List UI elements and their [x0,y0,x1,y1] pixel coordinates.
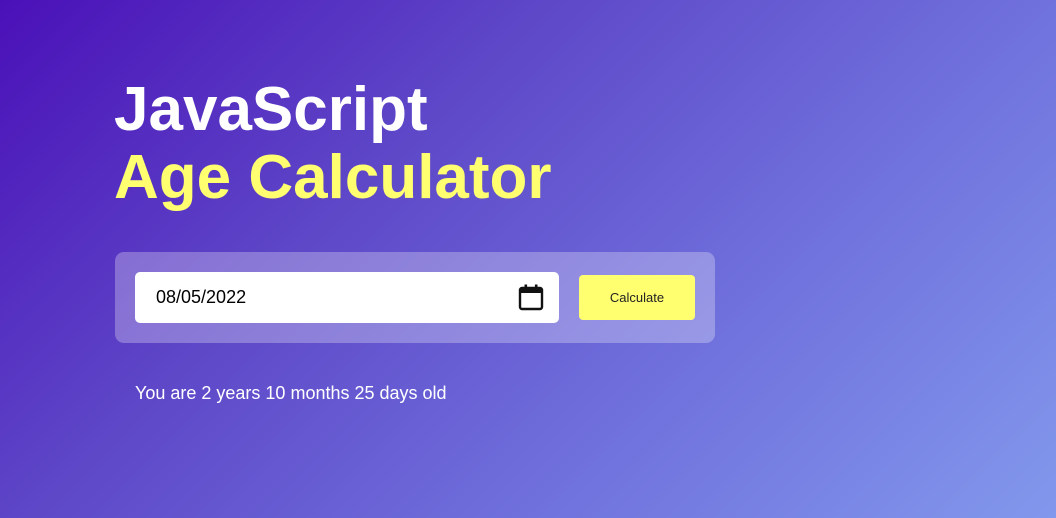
age-result-text: You are 2 years 10 months 25 days old [135,383,447,403]
page-title: JavaScript Age Calculator [114,76,552,212]
birth-date-input[interactable]: 08/05/2022 [135,272,559,323]
title-line-age-calculator: Age Calculator [114,143,552,212]
calculator-card: 08/05/2022 Calculate [115,252,715,343]
date-input-value: 08/05/2022 [156,287,247,307]
calendar-icon[interactable] [518,284,544,311]
calculate-button[interactable]: Calculate [579,275,695,320]
title-line-javascript: JavaScript [114,75,428,144]
